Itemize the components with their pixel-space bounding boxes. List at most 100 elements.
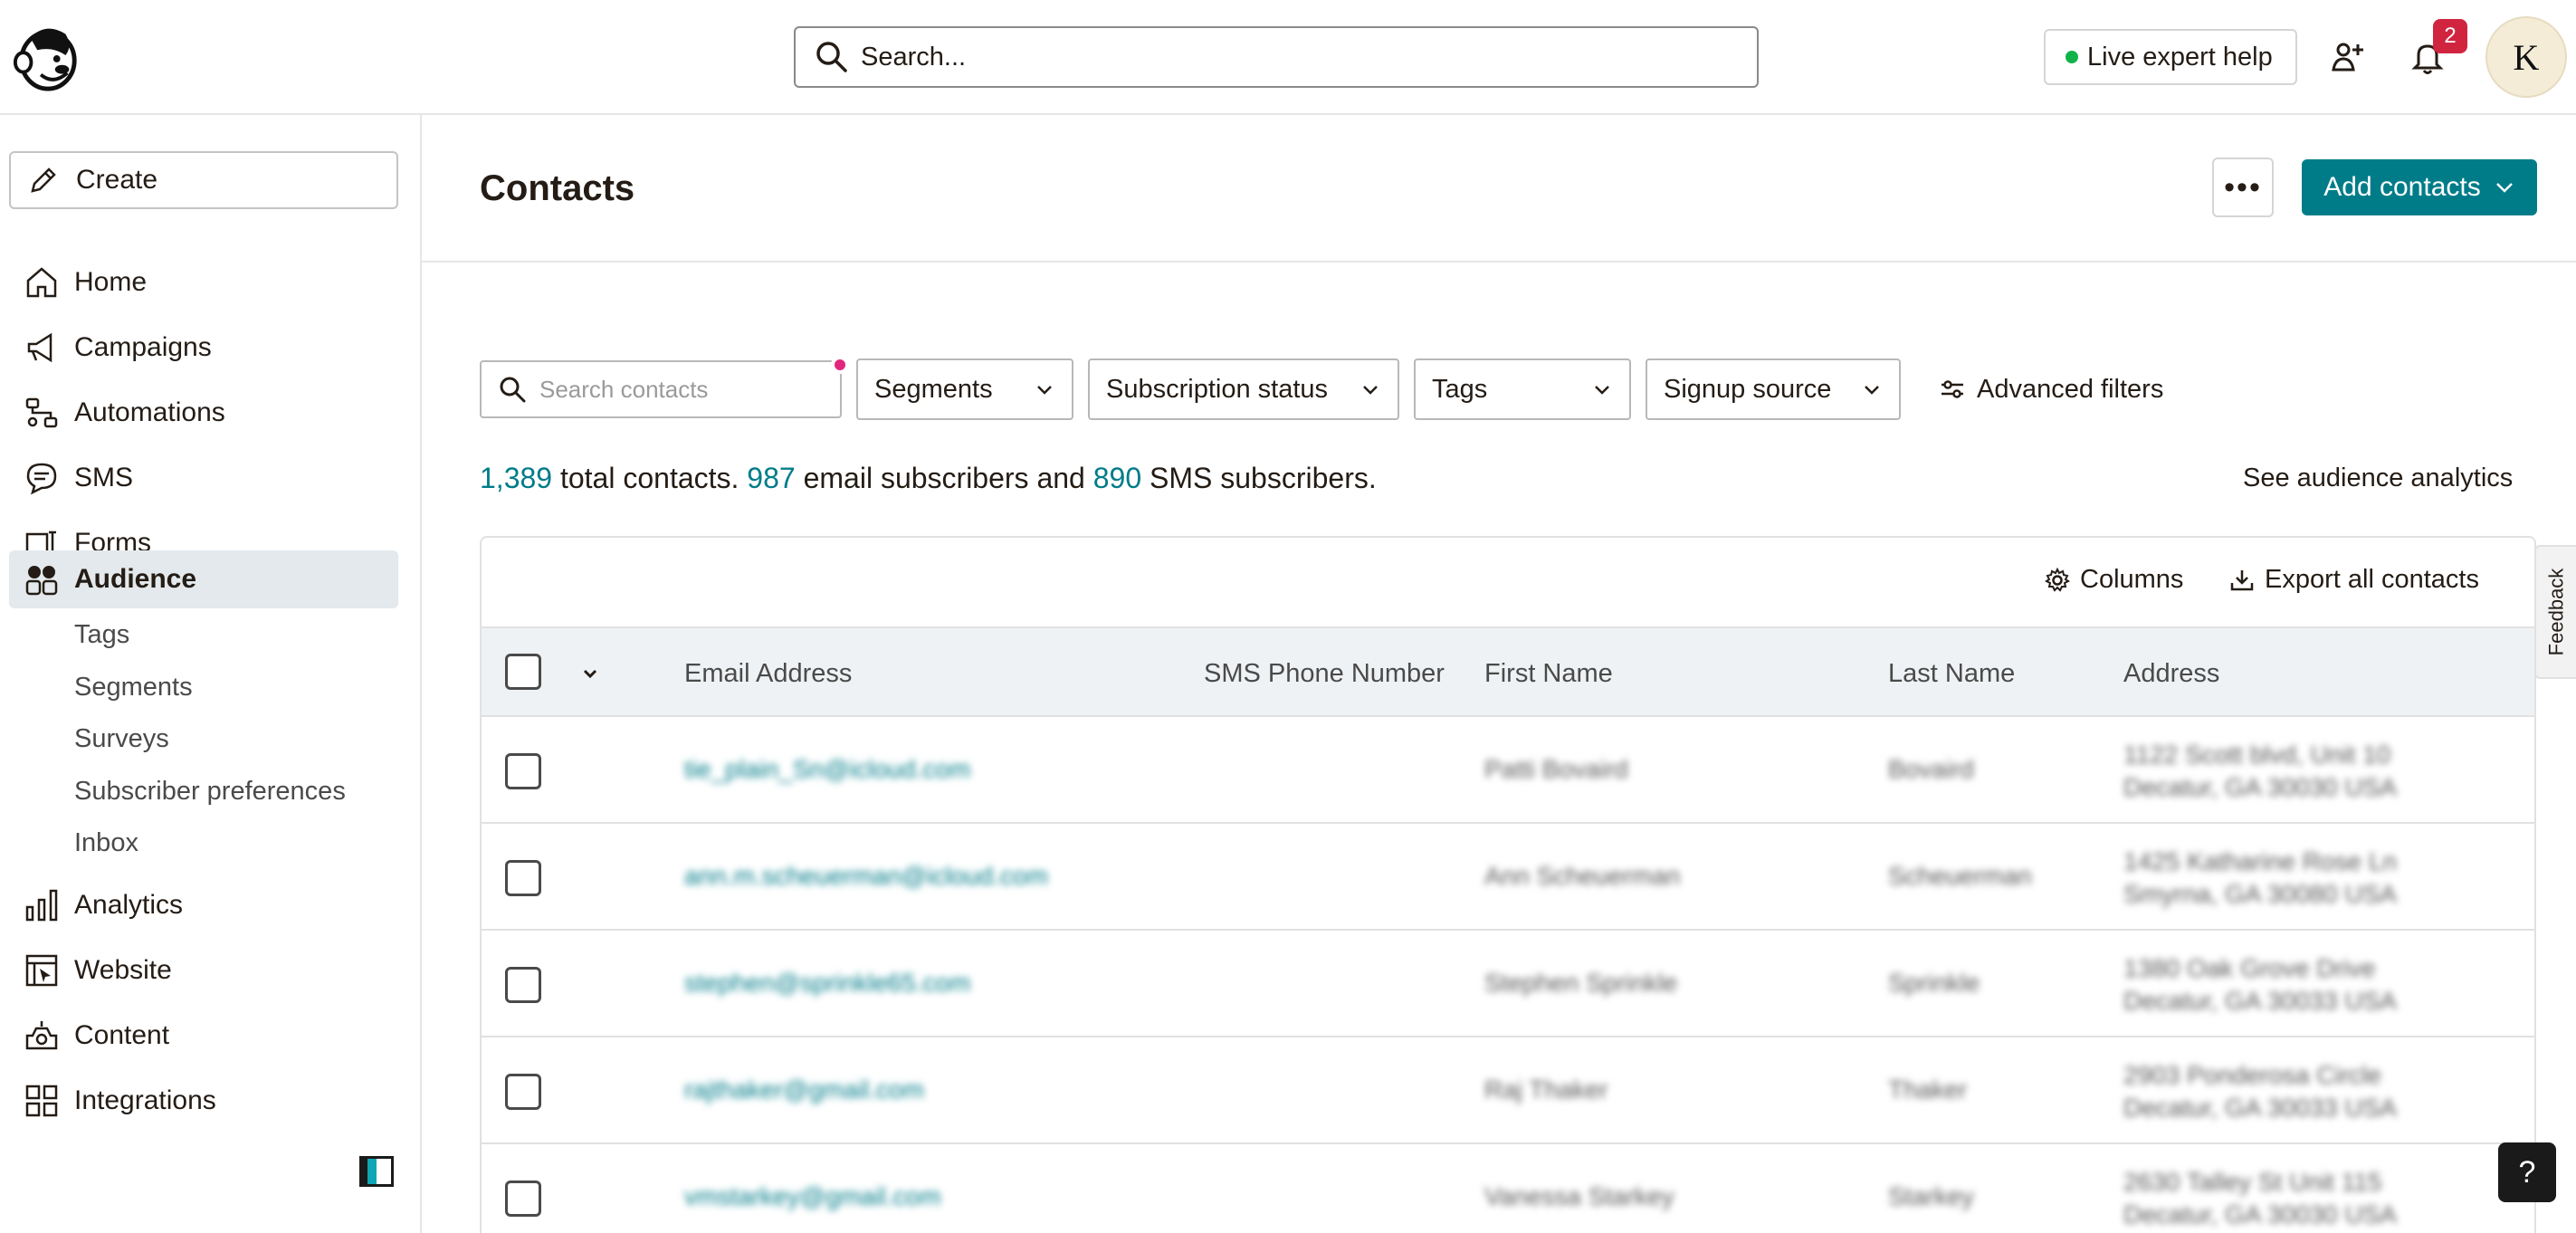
table-header: Email Address SMS Phone Number First Nam… bbox=[482, 626, 2534, 717]
notifications-badge: 2 bbox=[2433, 19, 2467, 53]
download-icon bbox=[2230, 569, 2254, 590]
online-status-dot bbox=[2066, 51, 2078, 63]
collapse-sidebar-icon[interactable] bbox=[359, 1156, 394, 1187]
contact-search-input[interactable]: Search contacts bbox=[480, 360, 842, 418]
sidebar-item-label: Website bbox=[74, 955, 172, 985]
address-line-1: 1122 Scott blvd, Unit 10 bbox=[2123, 741, 2391, 769]
column-header-first-name[interactable]: First Name bbox=[1484, 659, 1613, 689]
chevron-down-icon bbox=[1865, 386, 1879, 395]
sidebar-item-home[interactable]: Home bbox=[9, 253, 398, 311]
cell-email[interactable]: ann.m.scheuerman@icloud.com bbox=[684, 862, 1048, 891]
see-audience-analytics-link[interactable]: See audience analytics bbox=[2243, 464, 2513, 493]
global-search-input[interactable]: Search... bbox=[794, 26, 1759, 88]
chevron-down-icon[interactable] bbox=[581, 664, 599, 683]
create-button[interactable]: Create bbox=[9, 151, 398, 209]
sidebar-item-integrations[interactable]: Integrations bbox=[9, 1072, 398, 1130]
sidebar-subitem-tags[interactable]: Tags bbox=[74, 615, 129, 655]
signup-source-dropdown[interactable]: Signup source bbox=[1646, 358, 1901, 420]
columns-label: Columns bbox=[2080, 565, 2184, 594]
subscription-status-label: Subscription status bbox=[1106, 374, 1329, 404]
sidebar-item-automations[interactable]: Automations bbox=[9, 384, 398, 442]
sidebar-subitem-segments[interactable]: Segments bbox=[74, 667, 193, 707]
sidebar-item-content[interactable]: Content bbox=[9, 1007, 398, 1065]
contacts-summary: 1,389 total contacts. 987 email subscrib… bbox=[480, 462, 1377, 495]
address-line-2: Decatur, GA 30030 USA bbox=[2123, 773, 2397, 801]
cell-last-name: Thaker bbox=[1888, 1075, 1968, 1104]
column-header-address[interactable]: Address bbox=[2123, 659, 2219, 689]
cell-email[interactable]: rajthaker@gmail.com bbox=[684, 1075, 924, 1104]
cell-first-name: Patti Bovaird bbox=[1484, 755, 1628, 783]
search-icon bbox=[500, 377, 526, 403]
sidebar-item-label: Analytics bbox=[74, 890, 184, 920]
cell-address: 1122 Scott blvd, Unit 10 Decatur, GA 3003… bbox=[2123, 739, 2397, 804]
column-header-sms-phone[interactable]: SMS Phone Number bbox=[1204, 659, 1445, 689]
sidebar-item-campaigns[interactable]: Campaigns bbox=[9, 319, 398, 377]
address-line-2: Decatur, GA 30033 USA bbox=[2123, 987, 2397, 1015]
audience-icon bbox=[25, 566, 58, 596]
row-checkbox[interactable] bbox=[505, 1074, 541, 1110]
sidebar-item-analytics[interactable]: Analytics bbox=[9, 876, 398, 934]
sidebar-item-label: Automations bbox=[74, 397, 225, 427]
sidebar-subitem-subscriber-preferences[interactable]: Subscriber preferences bbox=[74, 771, 346, 811]
cell-email[interactable]: tie_plain_Sn@icloud.com bbox=[684, 755, 970, 784]
sidebar-item-label: SMS bbox=[74, 463, 134, 492]
advanced-filters-button[interactable]: Advanced filters bbox=[1939, 371, 2163, 407]
cell-address: 2630 Talley St Unit 115 Decatur, GA 30030… bbox=[2123, 1166, 2397, 1231]
table-toolbar: Columns Export all contacts bbox=[482, 538, 2534, 626]
content-icon bbox=[25, 1021, 58, 1050]
sidebar-item-website[interactable]: Website bbox=[9, 941, 398, 999]
sms-icon bbox=[26, 463, 57, 495]
sidebar-subitem-inbox[interactable]: Inbox bbox=[74, 823, 138, 863]
add-user-icon[interactable] bbox=[2325, 34, 2371, 80]
search-icon bbox=[816, 42, 847, 72]
add-contacts-button[interactable]: Add contacts bbox=[2302, 159, 2537, 215]
row-checkbox[interactable] bbox=[505, 1180, 541, 1217]
table-row[interactable]: rajthaker@gmail.com Raj Thaker Thaker 29… bbox=[482, 1037, 2534, 1144]
segments-dropdown[interactable]: Segments bbox=[856, 358, 1073, 420]
tags-label: Tags bbox=[1432, 374, 1488, 404]
sidebar-item-audience[interactable]: Audience bbox=[9, 550, 398, 608]
mailchimp-logo-icon[interactable] bbox=[11, 20, 81, 94]
help-button[interactable]: ? bbox=[2498, 1142, 2556, 1202]
row-checkbox[interactable] bbox=[505, 860, 541, 896]
table-row[interactable]: ann.m.scheuerman@icloud.com Ann Scheuerm… bbox=[482, 824, 2534, 931]
sms-subscribers-text: SMS subscribers. bbox=[1150, 462, 1377, 494]
contacts-table: Columns Export all contacts Email Addres… bbox=[480, 536, 2536, 1233]
feedback-tab[interactable]: Feedback bbox=[2534, 545, 2576, 679]
cell-email[interactable]: vmstarkey@gmail.com bbox=[684, 1182, 941, 1211]
cell-first-name: Vanessa Starkey bbox=[1484, 1182, 1674, 1210]
row-checkbox[interactable] bbox=[505, 753, 541, 789]
address-line-2: Decatur, GA 30030 USA bbox=[2123, 1200, 2397, 1228]
live-expert-help-button[interactable]: Live expert help bbox=[2044, 29, 2297, 85]
tags-dropdown[interactable]: Tags bbox=[1414, 358, 1631, 420]
columns-button[interactable]: Columns bbox=[2044, 565, 2183, 595]
chevron-down-icon bbox=[1037, 386, 1052, 395]
megaphone-icon bbox=[27, 332, 52, 363]
chevron-down-icon bbox=[2495, 183, 2513, 193]
cell-address: 1380 Oak Grove Drive Decatur, GA 30033 US… bbox=[2123, 952, 2397, 1018]
select-all-checkbox[interactable] bbox=[505, 654, 541, 690]
gear-icon bbox=[2045, 567, 2070, 592]
more-options-button[interactable]: ••• bbox=[2212, 158, 2274, 217]
row-checkbox[interactable] bbox=[505, 967, 541, 1003]
email-subscribers-count: 987 bbox=[747, 462, 796, 494]
export-contacts-button[interactable]: Export all contacts bbox=[2228, 565, 2479, 595]
sidebar-item-label: Audience bbox=[74, 564, 197, 594]
cell-last-name: Starkey bbox=[1888, 1182, 1974, 1210]
table-row[interactable]: vmstarkey@gmail.com Vanessa Starkey Star… bbox=[482, 1144, 2534, 1233]
sidebar-subitem-surveys[interactable]: Surveys bbox=[74, 719, 169, 759]
subscription-status-dropdown[interactable]: Subscription status bbox=[1088, 358, 1399, 420]
sidebar-item-label: Content bbox=[74, 1020, 170, 1050]
avatar[interactable]: K bbox=[2485, 16, 2567, 98]
column-header-email[interactable]: Email Address bbox=[684, 659, 852, 689]
table-row[interactable]: tie_plain_Sn@icloud.com Patti Bovaird Bo… bbox=[482, 717, 2534, 824]
address-line-2: Decatur, GA 30033 USA bbox=[2123, 1094, 2397, 1122]
header-divider bbox=[422, 261, 2576, 263]
bar-chart-icon bbox=[25, 889, 58, 922]
column-header-last-name[interactable]: Last Name bbox=[1888, 659, 2015, 689]
cell-email[interactable]: stephen@sprinkle65.com bbox=[684, 969, 970, 998]
address-line-1: 2903 Ponderosa Circle bbox=[2123, 1061, 2381, 1089]
page-title: Contacts bbox=[480, 168, 635, 208]
table-row[interactable]: stephen@sprinkle65.com Stephen Sprinkle … bbox=[482, 931, 2534, 1037]
sidebar-item-sms[interactable]: SMS bbox=[9, 449, 398, 507]
